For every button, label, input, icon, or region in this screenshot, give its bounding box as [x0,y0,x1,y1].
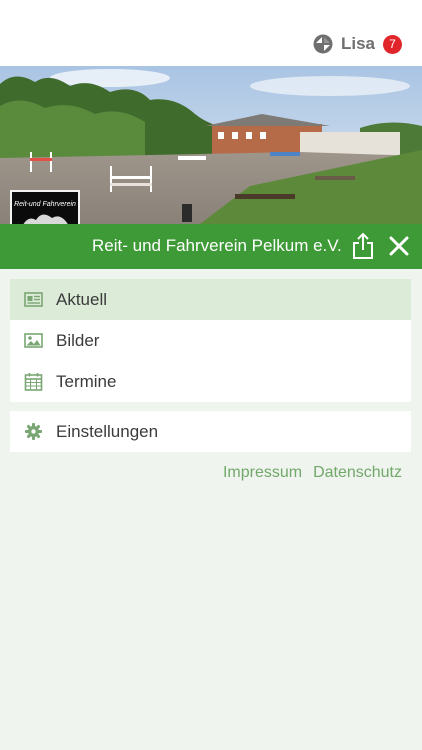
calendar-icon [24,373,43,391]
footer-links: Impressum Datenschutz [212,464,402,482]
menu-item-termine[interactable]: Termine [10,361,411,402]
impressum-link[interactable]: Impressum [223,464,302,482]
top-bar: Lisa 7 [0,0,422,66]
menu-item-bilder[interactable]: Bilder [10,320,411,361]
close-icon[interactable] [387,234,411,258]
main-menu: Aktuell Bilder Termine [10,279,411,402]
club-title: Reit- und Fahrverein Pelkum e.V. [92,236,342,255]
svg-text:Reit-und Fahrverein: Reit-und Fahrverein [14,201,76,208]
user-name: Lisa [340,34,375,53]
menu-label-einstellungen: Einstellungen [56,422,159,441]
menu-label-bilder: Bilder [56,331,100,350]
image-icon [24,333,43,348]
club-title-bar: Reit- und Fahrverein Pelkum e.V. [0,224,422,269]
menu-label-termine: Termine [56,372,117,391]
menu-item-einstellungen[interactable]: Einstellungen [10,411,411,452]
user-menu[interactable]: Lisa 7 [313,33,402,55]
newspaper-icon [24,292,43,307]
settings-menu: Einstellungen [10,411,411,452]
menu-item-aktuell[interactable]: Aktuell [10,279,411,320]
datenschutz-link[interactable]: Datenschutz [313,464,402,482]
notification-badge[interactable]: 7 [383,34,402,54]
menu-label-aktuell: Aktuell [56,290,108,309]
user-icon [313,34,333,54]
gear-icon [25,423,42,440]
share-icon[interactable] [351,232,375,260]
